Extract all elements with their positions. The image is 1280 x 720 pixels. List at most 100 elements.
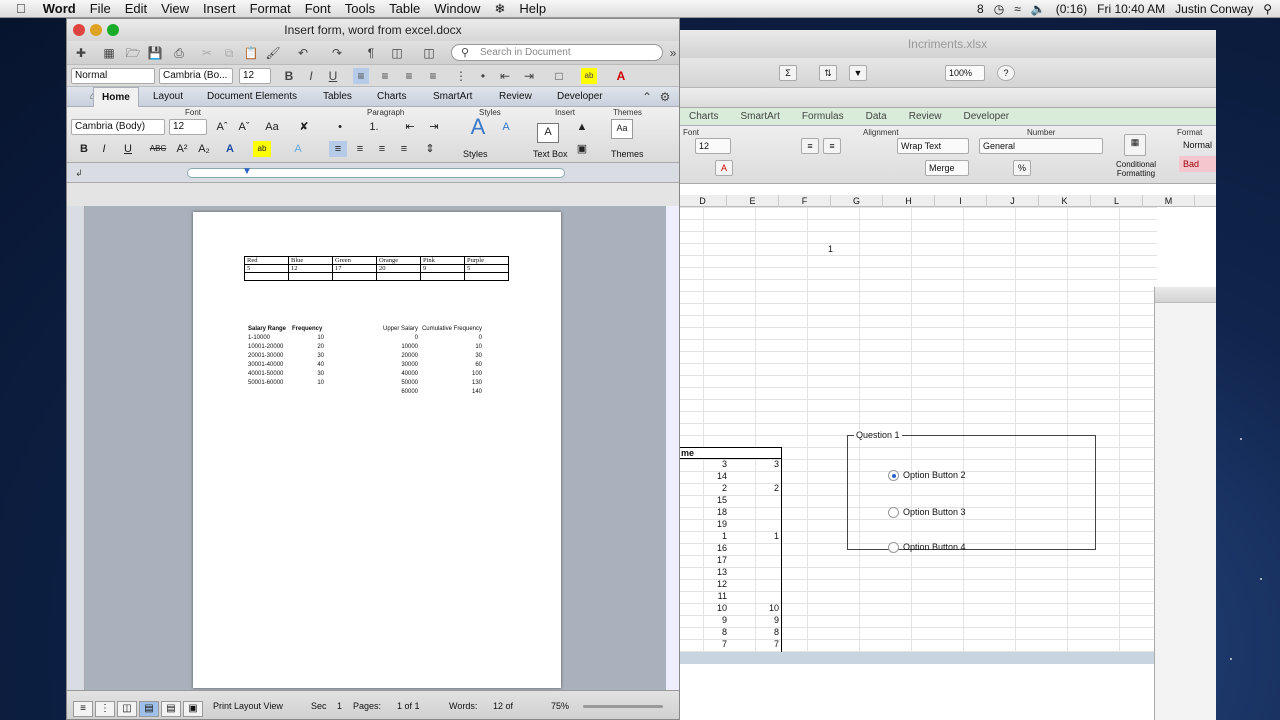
table-cell[interactable]: 40 xyxy=(292,361,324,370)
italic-icon[interactable]: I xyxy=(95,141,113,157)
table-cell[interactable]: 40001-50000 xyxy=(248,370,292,379)
table-cell[interactable]: 0 xyxy=(374,334,418,343)
cell-value[interactable]: 8 xyxy=(679,627,727,637)
table-cell[interactable]: 60000 xyxy=(374,388,418,397)
borders-icon[interactable]: □ xyxy=(551,68,567,84)
italic-icon[interactable]: I xyxy=(303,68,319,84)
table-header[interactable]: Cumulative Frequency xyxy=(418,325,482,334)
cell-value[interactable]: 15 xyxy=(679,495,727,505)
increase-indent-icon[interactable]: ⇥ xyxy=(521,68,537,84)
table-cell[interactable]: 10001-20000 xyxy=(248,343,292,352)
table-cell[interactable]: 10 xyxy=(292,379,324,388)
styles-button[interactable]: Styles xyxy=(463,149,488,159)
show-formatting-icon[interactable]: ¶ xyxy=(363,45,379,61)
toolbar-overflow-icon[interactable]: » xyxy=(665,45,679,61)
conditional-formatting-button[interactable]: Conditional Formatting xyxy=(1111,160,1161,178)
table-header[interactable]: Salary Range xyxy=(248,325,292,334)
spotlight-search-icon[interactable]: ⚲ xyxy=(1263,2,1272,16)
table-cell[interactable]: 1-10000 xyxy=(248,334,292,343)
table-header[interactable]: Frequency xyxy=(292,325,324,334)
menu-font[interactable]: Font xyxy=(298,0,338,18)
shrink-font-icon[interactable]: Aˇ xyxy=(235,119,253,135)
style-bad[interactable]: Bad xyxy=(1179,156,1216,172)
open-icon[interactable]: 🗁 xyxy=(125,45,141,61)
cell-value[interactable]: 3 xyxy=(727,459,779,469)
filter-icon[interactable]: ▼ xyxy=(849,65,867,81)
menu-file[interactable]: File xyxy=(83,0,118,18)
font-color-icon[interactable]: A xyxy=(613,68,629,84)
numbered-list-icon[interactable]: ⋮ xyxy=(453,68,469,84)
new-document-icon[interactable]: ✚ xyxy=(73,45,89,61)
templates-icon[interactable]: ▦ xyxy=(101,45,117,61)
table-cell[interactable]: 10000 xyxy=(374,343,418,352)
status-badge[interactable]: 8 xyxy=(977,2,984,16)
line-spacing-icon[interactable]: ⇕ xyxy=(421,141,439,157)
style-normal[interactable]: Normal xyxy=(1183,140,1216,150)
column-header[interactable]: K xyxy=(1039,195,1091,207)
format-painter-icon[interactable]: 🖌 xyxy=(265,45,281,61)
strikethrough-icon[interactable]: ABC xyxy=(149,141,167,157)
tab-developer[interactable]: Developer xyxy=(964,108,1010,125)
tab-home[interactable]: Home xyxy=(93,87,139,107)
menu-help[interactable]: Help xyxy=(512,0,553,18)
bullets-icon[interactable]: • xyxy=(331,119,349,135)
toolbox-icon[interactable]: ◫ xyxy=(421,45,437,61)
horizontal-ruler[interactable]: ↲ ▼ xyxy=(67,163,679,183)
menu-format[interactable]: Format xyxy=(243,0,298,18)
column-header[interactable]: G xyxy=(831,195,883,207)
underline-icon[interactable]: U xyxy=(119,141,137,157)
table-cell[interactable]: 10 xyxy=(292,334,324,343)
align-center-icon[interactable]: ≡ xyxy=(351,141,369,157)
table-cell[interactable] xyxy=(324,334,374,343)
tab-stop-icon[interactable]: ↲ xyxy=(71,165,87,181)
background-window[interactable] xyxy=(1154,287,1216,720)
time-machine-icon[interactable]: ◷ xyxy=(994,2,1004,16)
color-table[interactable]: Red Blue Green Orange Pink Purple 5 12 17 20 9 5 xyxy=(244,256,509,281)
cell-value[interactable]: 18 xyxy=(679,507,727,517)
table-cell[interactable]: 140 xyxy=(418,388,482,397)
styles-icon[interactable]: A xyxy=(465,116,491,143)
document-page[interactable]: Red Blue Green Orange Pink Purple 5 12 17 20 9 5 S… xyxy=(193,212,561,688)
cell-value[interactable]: 16 xyxy=(679,543,727,553)
table-cell[interactable] xyxy=(464,272,509,281)
column-header[interactable]: E xyxy=(727,195,779,207)
style-select[interactable]: Normal xyxy=(71,68,155,84)
menu-window[interactable]: Window xyxy=(427,0,487,18)
save-icon[interactable]: 💾 xyxy=(147,45,163,61)
print-layout-view-icon[interactable]: ▤ xyxy=(139,701,159,717)
menu-edit[interactable]: Edit xyxy=(118,0,154,18)
table-cell[interactable]: 5 xyxy=(244,264,289,273)
copy-icon[interactable]: ⧉ xyxy=(221,45,237,61)
cell-value[interactable]: 2 xyxy=(727,483,779,493)
cell-value[interactable]: 7 xyxy=(679,639,727,649)
vertical-ruler[interactable] xyxy=(67,206,85,690)
table-cell[interactable]: 20 xyxy=(292,343,324,352)
picture-icon[interactable]: ▣ xyxy=(573,141,591,157)
align-right-icon[interactable]: ≡ xyxy=(401,68,417,84)
table-header[interactable] xyxy=(324,325,374,334)
table-cell[interactable]: 50001-60000 xyxy=(248,379,292,388)
column-header[interactable]: L xyxy=(1091,195,1143,207)
column-header[interactable]: F xyxy=(779,195,831,207)
cell-value[interactable]: 12 xyxy=(679,579,727,589)
horizontal-scrollbar[interactable] xyxy=(679,652,1157,664)
tab-smartart[interactable]: SmartArt xyxy=(740,108,779,125)
table-cell[interactable] xyxy=(324,343,374,352)
column-header[interactable]: I xyxy=(935,195,987,207)
apple-icon[interactable]:  xyxy=(0,1,36,16)
sum-icon[interactable]: Σ xyxy=(779,65,797,81)
cut-icon[interactable]: ✂ xyxy=(199,45,215,61)
question-group-box[interactable]: Question 1 Option Button 2 Option Button… xyxy=(847,430,1096,553)
table-cell[interactable]: 30001-40000 xyxy=(248,361,292,370)
table-cell[interactable]: 30000 xyxy=(374,361,418,370)
bold-icon[interactable]: B xyxy=(281,68,297,84)
table-cell[interactable]: 20 xyxy=(376,264,421,273)
tab-review[interactable]: Review xyxy=(909,108,942,125)
column-header[interactable]: J xyxy=(987,195,1039,207)
option-button-4[interactable] xyxy=(888,542,899,553)
table-cell[interactable] xyxy=(324,370,374,379)
clear-formatting-icon[interactable]: ✘ xyxy=(295,119,313,135)
table-cell[interactable] xyxy=(324,361,374,370)
text-effects-icon[interactable]: A xyxy=(289,141,307,157)
grow-font-icon[interactable]: Aˆ xyxy=(213,119,231,135)
